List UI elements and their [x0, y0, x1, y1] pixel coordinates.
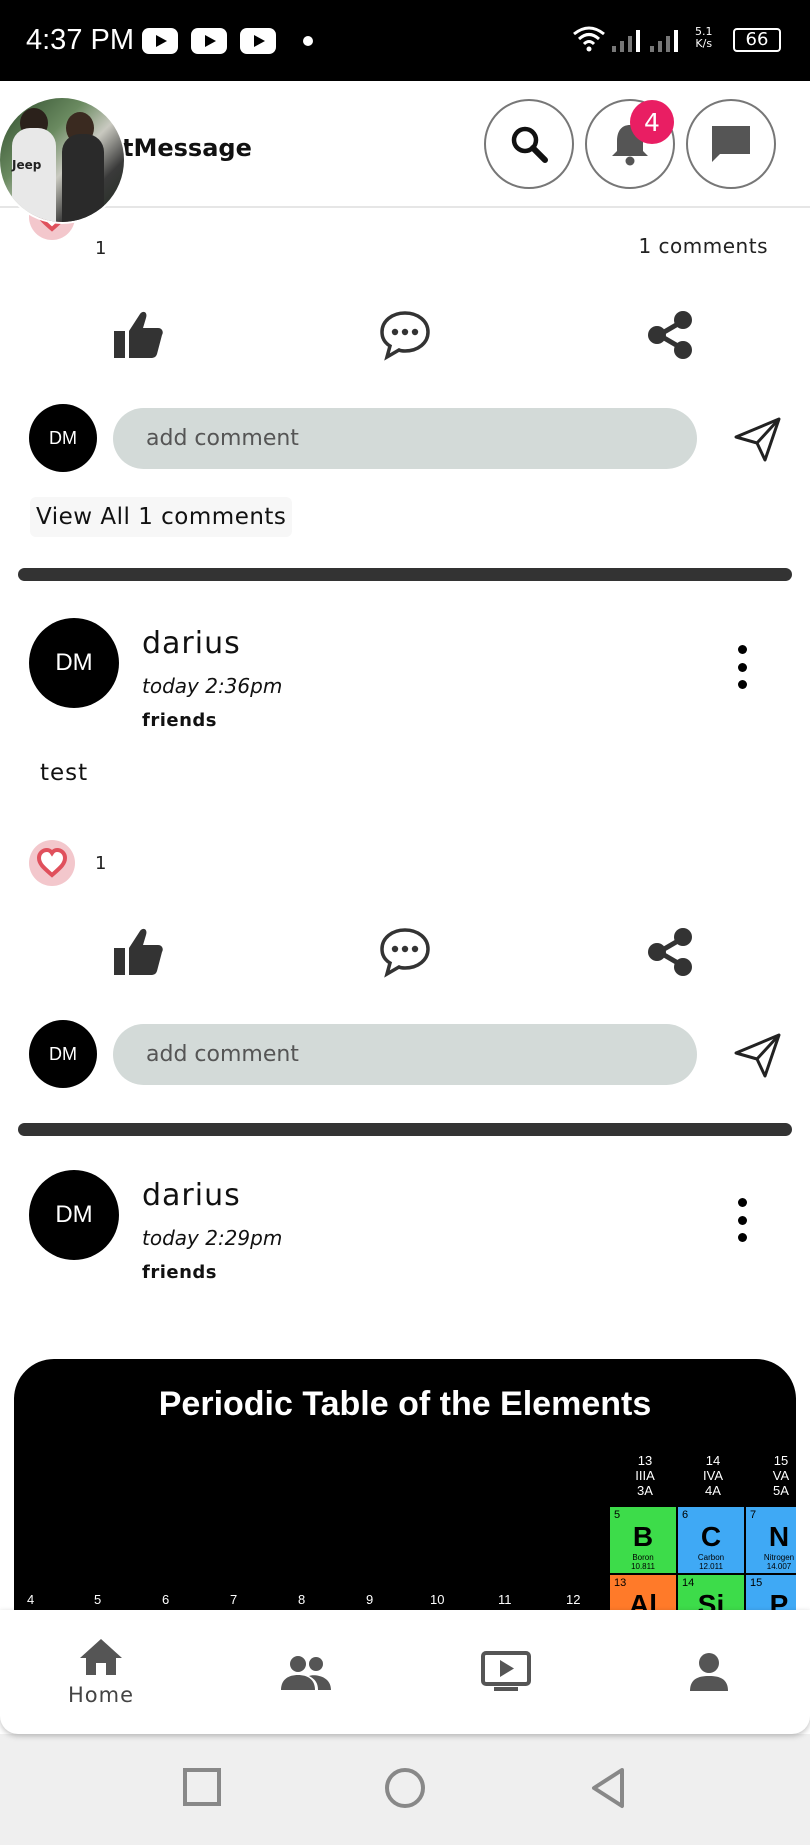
wifi-icon — [573, 26, 605, 52]
image-title: Periodic Table of the Elements — [158, 1385, 652, 1423]
more-options-button[interactable] — [732, 1198, 752, 1242]
nav-watch[interactable] — [445, 1610, 567, 1734]
column-number: 12 — [566, 1592, 581, 1607]
more-options-button[interactable] — [732, 645, 752, 689]
post-text: test — [40, 760, 89, 786]
youtube-notification-icon — [240, 28, 276, 54]
nav-home[interactable]: Home — [40, 1610, 162, 1734]
status-time: 4:37 PM — [26, 24, 134, 56]
share-button[interactable] — [645, 309, 697, 361]
post-time: today 2:29pm — [142, 1226, 283, 1250]
network-speed: 5.1 K/s — [695, 26, 713, 50]
more-notifications-dot-icon — [303, 36, 313, 46]
column-number: 6 — [162, 1592, 170, 1607]
square-icon — [183, 1768, 221, 1806]
author-avatar[interactable]: DM — [29, 618, 119, 708]
like-button[interactable] — [112, 308, 166, 362]
comment-input[interactable] — [113, 408, 697, 469]
share-icon — [648, 311, 692, 359]
feed[interactable]: 1 1 comments DM View All 1 comments DM d… — [0, 208, 810, 1610]
column-number: 9 — [366, 1592, 374, 1607]
post-divider — [18, 1123, 792, 1136]
speed-unit: K/s — [695, 37, 713, 50]
column-number: 10 — [430, 1592, 445, 1607]
search-button[interactable] — [484, 99, 574, 189]
home-system-button[interactable] — [383, 1766, 427, 1810]
column-number: 4 — [27, 1592, 35, 1607]
like-button[interactable] — [112, 925, 166, 979]
like-count: 1 — [95, 853, 107, 874]
post-audience: friends — [142, 1262, 217, 1283]
profile-avatar[interactable]: Jeep — [0, 98, 124, 222]
element-tile: 5 B Boron 10.811 — [610, 1507, 676, 1573]
author-avatar[interactable]: DM — [29, 1170, 119, 1260]
comment-bubble-icon — [380, 311, 430, 361]
status-bar: 4:37 PM 5.1 K/s 66 — [0, 0, 810, 81]
column-number: 8 — [298, 1592, 306, 1607]
post-image[interactable]: Periodic Table of the Elements 13 IIIA 3A … — [14, 1359, 796, 1610]
post-time: today 2:36pm — [142, 674, 283, 698]
element-tile: 13 Al — [610, 1575, 676, 1610]
send-icon — [734, 1033, 781, 1078]
messages-button[interactable] — [686, 99, 776, 189]
comments-count[interactable]: 1 comments — [638, 234, 768, 258]
comment-button[interactable] — [379, 309, 431, 361]
group-label: 13 IIIA 3A — [635, 1453, 655, 1498]
system-navigation-bar — [0, 1734, 810, 1845]
element-tile: 7 N Nitrogen 14.007 — [746, 1507, 796, 1573]
current-user-avatar: DM — [29, 404, 97, 472]
youtube-notification-icon — [142, 28, 178, 54]
comment-bubble-icon — [380, 928, 430, 978]
circle-icon — [385, 1768, 425, 1808]
element-tile: 6 C Carbon 12.011 — [678, 1507, 744, 1573]
friends-icon — [281, 1656, 331, 1690]
send-comment-button[interactable] — [733, 415, 783, 469]
video-icon — [481, 1651, 531, 1691]
element-tile: 14 Si — [678, 1575, 744, 1610]
send-comment-button[interactable] — [733, 1031, 783, 1085]
column-number: 11 — [498, 1592, 512, 1607]
column-number: 7 — [230, 1592, 238, 1607]
element-tile: 15 P — [746, 1575, 796, 1610]
profile-icon — [690, 1653, 728, 1691]
recents-button[interactable] — [181, 1766, 223, 1808]
heart-icon — [36, 848, 68, 878]
thumbs-up-icon — [114, 311, 163, 358]
view-all-comments-link[interactable]: View All 1 comments — [30, 497, 293, 537]
column-number: 5 — [94, 1592, 102, 1607]
current-user-avatar: DM — [29, 1020, 97, 1088]
chat-icon — [712, 126, 750, 162]
comment-input[interactable] — [113, 1024, 697, 1085]
share-icon — [648, 928, 692, 976]
back-triangle-icon — [592, 1768, 624, 1808]
back-button[interactable] — [588, 1766, 628, 1810]
group-label: 15 VA 5A — [772, 1453, 790, 1498]
youtube-notification-icon — [191, 28, 227, 54]
post-audience: friends — [142, 710, 217, 731]
share-button[interactable] — [645, 926, 697, 978]
nav-home-label: Home — [67, 1683, 134, 1707]
author-name[interactable]: darius — [142, 626, 241, 661]
battery-indicator: 66 — [733, 28, 781, 52]
app-title: tMessage — [122, 134, 252, 162]
search-icon — [511, 126, 548, 163]
comment-button[interactable] — [379, 926, 431, 978]
thumbs-up-icon — [114, 928, 163, 975]
send-icon — [734, 417, 781, 462]
nav-friends[interactable] — [245, 1610, 367, 1734]
group-label: 14 IVA 4A — [703, 1453, 723, 1498]
signal-icon — [612, 30, 678, 52]
like-badge — [29, 840, 75, 886]
nav-profile[interactable] — [648, 1610, 770, 1734]
home-icon — [80, 1639, 122, 1675]
notification-badge: 4 — [630, 100, 674, 144]
post-divider — [18, 568, 792, 581]
bottom-navigation: Home — [0, 1610, 810, 1734]
author-name[interactable]: darius — [142, 1178, 241, 1213]
like-count: 1 — [95, 238, 107, 259]
